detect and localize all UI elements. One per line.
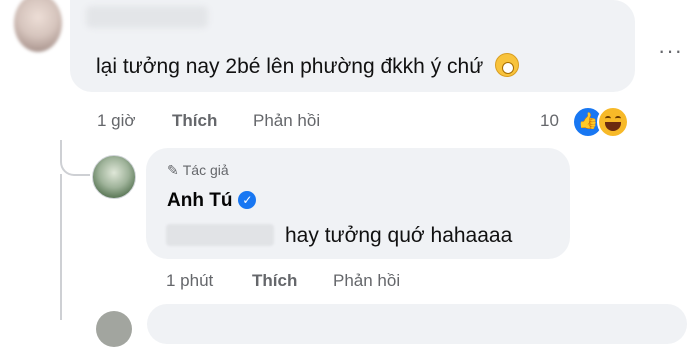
commenter-name-redacted (86, 6, 208, 28)
author-name-text[interactable]: Anh Tú (167, 190, 232, 211)
commenter-avatar[interactable] (14, 0, 62, 52)
reply-text: hay tưởng quớ hahaaaa (285, 224, 513, 247)
reply-time[interactable]: 1 phút (166, 271, 213, 291)
comment-bubble: lại tưởng nay 2bé lên phường đkkh ý chứ (70, 0, 635, 92)
reply-like-button[interactable]: Thích (252, 271, 297, 291)
next-comment-bubble (147, 304, 687, 344)
reaction-count[interactable]: 10 (540, 111, 559, 131)
author-avatar[interactable] (92, 155, 136, 199)
comment-text-content: lại tưởng nay 2bé lên phường đkkh ý chứ (96, 55, 484, 78)
comment-text: lại tưởng nay 2bé lên phường đkkh ý chứ (96, 53, 520, 79)
author-badge-label: Tác giả (182, 162, 229, 178)
pen-icon: ✎ (167, 162, 179, 178)
reply-bubble: ✎ Tác giả Anh Tú ✓ hay tưởng quớ hahaaaa (146, 148, 570, 259)
author-name[interactable]: Anh Tú ✓ (167, 190, 257, 212)
shocked-face-emoji-icon (495, 53, 520, 77)
verified-badge-icon: ✓ (238, 191, 257, 209)
comment-reply-button[interactable]: Phản hồi (253, 111, 320, 131)
comment-time[interactable]: 1 giờ (97, 111, 136, 131)
thread-connector (60, 140, 90, 176)
haha-icon[interactable] (597, 106, 629, 138)
reply-reply-button[interactable]: Phản hồi (333, 271, 400, 291)
next-commenter-avatar[interactable] (96, 311, 132, 347)
more-options-icon[interactable]: ··· (658, 38, 683, 64)
author-badge: ✎ Tác giả (167, 162, 229, 179)
mention-redacted (166, 224, 274, 246)
thread-connector-vertical (60, 174, 62, 320)
comment-like-button[interactable]: Thích (172, 111, 217, 131)
